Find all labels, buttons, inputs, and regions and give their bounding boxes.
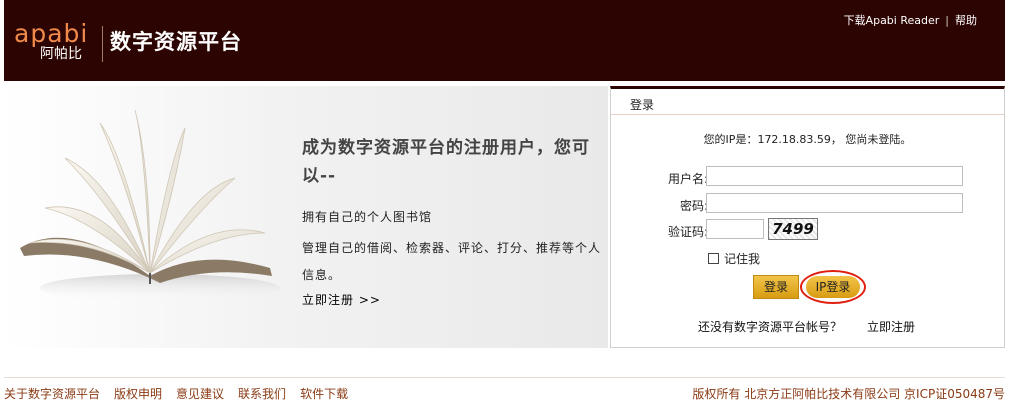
link-separator: | — [945, 14, 949, 27]
help-link[interactable]: 帮助 — [955, 14, 977, 27]
footer-link-about[interactable]: 关于数字资源平台 — [4, 387, 100, 401]
login-button[interactable]: 登录 — [753, 275, 799, 299]
footer-links: 关于数字资源平台 版权申明 意见建议 联系我们 软件下载 — [4, 385, 362, 402]
open-book-image — [20, 109, 280, 302]
footer-link-feedback[interactable]: 意见建议 — [176, 387, 224, 401]
logo-divider — [102, 26, 103, 62]
promo-benefit-library: 拥有自己的个人图书馆 — [302, 210, 433, 224]
captcha-label: 验证码: — [667, 225, 708, 239]
username-label: 用户名: — [667, 172, 708, 186]
footer-divider — [4, 377, 1005, 378]
ip-login-button[interactable]: IP登录 — [806, 276, 860, 298]
promo-title: 成为数字资源平台的注册用户，您可以-- — [302, 138, 590, 186]
captcha-input[interactable] — [706, 219, 764, 239]
logo-cn: 阿帕比 — [40, 46, 82, 62]
no-account-text: 还没有数字资源平台帐号？ — [698, 320, 843, 334]
footer-link-copyright[interactable]: 版权申明 — [114, 387, 162, 401]
password-input[interactable] — [706, 193, 963, 213]
ip-status-text: 您的IP是：172.18.83.59， 您尚未登陆。 — [703, 133, 912, 146]
captcha-image[interactable]: 7499 — [768, 218, 818, 240]
site-header: apabi 阿帕比 数字资源平台 下载Apabi Reader | 帮助 — [4, 0, 1005, 81]
password-label: 密码: — [679, 199, 708, 213]
promo-register-link[interactable]: 立即注册 >> — [302, 291, 381, 308]
ip-login-highlight-ring: IP登录 — [800, 270, 866, 304]
top-links: 下载Apabi Reader | 帮助 — [844, 12, 977, 28]
platform-name: 数字资源平台 — [110, 30, 242, 54]
download-reader-link[interactable]: 下载Apabi Reader — [844, 14, 940, 27]
login-title: 登录 — [630, 98, 655, 112]
remember-me-label[interactable]: 记住我 — [724, 250, 760, 267]
footer-link-download[interactable]: 软件下载 — [300, 387, 348, 401]
logo-latin: apabi — [14, 19, 89, 48]
footer-copyright: 版权所有 北京方正阿帕比技术有限公司 京ICP证050487号 — [692, 387, 1005, 401]
footer-link-contact[interactable]: 联系我们 — [238, 387, 286, 401]
username-input[interactable] — [706, 166, 963, 186]
login-header: 登录 — [611, 89, 1004, 115]
register-now-link[interactable]: 立即注册 — [867, 318, 915, 335]
apabi-logo[interactable]: apabi 阿帕比 数字资源平台 — [14, 20, 254, 64]
promo-banner: 成为数字资源平台的注册用户，您可以-- 拥有自己的个人图书馆 管理自己的借阅、检… — [4, 86, 608, 348]
remember-me-checkbox[interactable] — [708, 253, 719, 264]
promo-benefit-manage: 管理自己的借阅、检索器、评论、打分、推荐等个人信息。 — [302, 241, 602, 282]
login-panel: 登录 您的IP是：172.18.83.59， 您尚未登陆。 用户名: 密码: 验… — [610, 86, 1005, 348]
